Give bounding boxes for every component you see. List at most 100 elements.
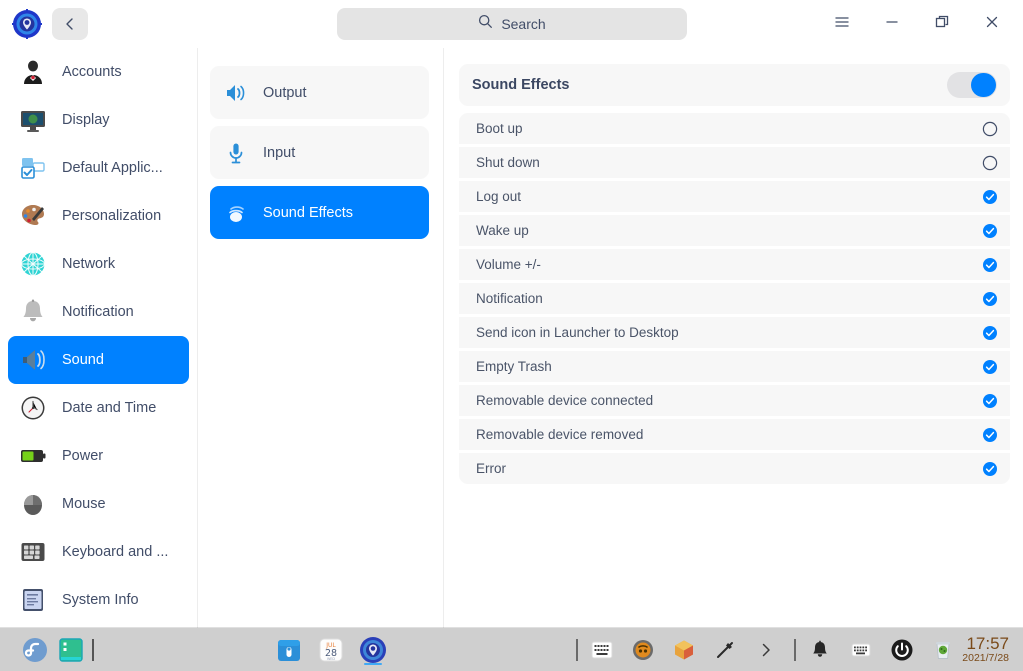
sidebar-item-system-info[interactable]: System Info bbox=[8, 576, 189, 624]
file-manager-icon[interactable] bbox=[274, 635, 304, 665]
sidebar-item-keyboard[interactable]: Keyboard and ... bbox=[8, 528, 189, 576]
effect-row-volume[interactable]: Volume +/- bbox=[459, 249, 1010, 280]
taskbar-launchers bbox=[0, 635, 94, 665]
package-icon[interactable] bbox=[669, 635, 699, 665]
effect-label: Send icon in Launcher to Desktop bbox=[476, 325, 679, 340]
effect-row-send-icon-to-desktop[interactable]: Send icon in Launcher to Desktop bbox=[459, 317, 1010, 348]
effect-label: Removable device connected bbox=[476, 393, 654, 408]
effect-row-shut-down[interactable]: Shut down bbox=[459, 147, 1010, 178]
expand-tray-icon[interactable] bbox=[751, 635, 781, 665]
sidebar-item-label: Personalization bbox=[62, 208, 162, 224]
desktop: Search Accounts Display Default Applic..… bbox=[0, 0, 1023, 671]
checkbox-checked-icon[interactable] bbox=[982, 257, 998, 273]
checkbox-checked-icon[interactable] bbox=[982, 325, 998, 341]
taskbar-divider bbox=[92, 638, 94, 661]
taskbar-center-apps: JUL 28 WED bbox=[274, 635, 388, 665]
personalization-icon bbox=[18, 201, 48, 231]
title-bar-left bbox=[0, 8, 88, 40]
onboard-icon[interactable] bbox=[628, 635, 658, 665]
effect-row-error[interactable]: Error bbox=[459, 453, 1010, 484]
pen-icon[interactable] bbox=[710, 635, 740, 665]
close-button[interactable] bbox=[967, 0, 1017, 48]
taskbar: JUL 28 WED 17:57 2021/7/28 bbox=[0, 628, 1023, 671]
tray-divider-2 bbox=[794, 638, 797, 661]
effect-row-boot-up[interactable]: Boot up bbox=[459, 113, 1010, 144]
control-center-window: Search Accounts Display Default Applic..… bbox=[0, 0, 1023, 628]
sidebar-item-default-applications[interactable]: Default Applic... bbox=[8, 144, 189, 192]
checkbox-checked-icon[interactable] bbox=[982, 189, 998, 205]
category-input[interactable]: Input bbox=[210, 126, 429, 179]
taskbar-clock[interactable]: 17:57 2021/7/28 bbox=[962, 635, 1023, 664]
sidebar-item-notification[interactable]: Notification bbox=[8, 288, 189, 336]
sidebar-item-mouse[interactable]: Mouse bbox=[8, 480, 189, 528]
keyboard-tray-icon[interactable] bbox=[846, 635, 876, 665]
effect-row-device-connected[interactable]: Removable device connected bbox=[459, 385, 1010, 416]
sidebar-item-label: Date and Time bbox=[62, 400, 157, 416]
clock-date: 2021/7/28 bbox=[962, 651, 1009, 664]
sidebar-item-sound[interactable]: Sound bbox=[8, 336, 189, 384]
checkbox-checked-icon[interactable] bbox=[982, 359, 998, 375]
category-output[interactable]: Output bbox=[210, 66, 429, 119]
sidebar[interactable]: Accounts Display Default Applic... Perso… bbox=[0, 48, 198, 628]
checkbox-unchecked-icon[interactable] bbox=[982, 121, 998, 137]
category-sound-effects[interactable]: Sound Effects bbox=[210, 186, 429, 239]
category-list: Output Input Sound Effects bbox=[198, 48, 443, 628]
default-apps-icon bbox=[18, 153, 48, 183]
sidebar-item-power[interactable]: Power bbox=[8, 432, 189, 480]
trash-icon[interactable] bbox=[928, 635, 958, 665]
effect-label: Volume +/- bbox=[476, 257, 541, 272]
checkbox-checked-icon[interactable] bbox=[982, 427, 998, 443]
restore-icon bbox=[934, 14, 950, 35]
sidebar-item-label: Keyboard and ... bbox=[62, 544, 169, 560]
effect-label: Notification bbox=[476, 291, 543, 306]
maximize-button[interactable] bbox=[917, 0, 967, 48]
keyboard-layout-icon[interactable] bbox=[587, 635, 617, 665]
sidebar-item-personalization[interactable]: Personalization bbox=[8, 192, 189, 240]
effect-row-empty-trash[interactable]: Empty Trash bbox=[459, 351, 1010, 382]
title-bar: Search bbox=[0, 0, 1023, 48]
checkbox-checked-icon[interactable] bbox=[982, 393, 998, 409]
power-icon[interactable] bbox=[887, 635, 917, 665]
settings-icon[interactable] bbox=[358, 635, 388, 665]
speaker-icon bbox=[223, 80, 249, 106]
notification-bell-icon[interactable] bbox=[805, 635, 835, 665]
effect-label: Empty Trash bbox=[476, 359, 552, 374]
window-controls bbox=[817, 0, 1017, 48]
menu-icon bbox=[834, 15, 850, 34]
search-input[interactable]: Search bbox=[337, 8, 687, 40]
back-button[interactable] bbox=[52, 8, 88, 40]
accounts-icon bbox=[18, 57, 48, 87]
effect-row-notification[interactable]: Notification bbox=[459, 283, 1010, 314]
checkbox-checked-icon[interactable] bbox=[982, 223, 998, 239]
effect-row-wake-up[interactable]: Wake up bbox=[459, 215, 1010, 246]
sound-icon bbox=[18, 345, 48, 375]
sidebar-item-date-and-time[interactable]: Date and Time bbox=[8, 384, 189, 432]
sidebar-item-display[interactable]: Display bbox=[8, 96, 189, 144]
category-label: Sound Effects bbox=[263, 204, 354, 221]
sidebar-item-label: Accounts bbox=[62, 64, 122, 80]
minimize-button[interactable] bbox=[867, 0, 917, 48]
menu-button[interactable] bbox=[817, 0, 867, 48]
checkbox-checked-icon[interactable] bbox=[982, 291, 998, 307]
sidebar-item-label: System Info bbox=[62, 592, 139, 608]
sidebar-item-network[interactable]: Network bbox=[8, 240, 189, 288]
sidebar-item-label: Notification bbox=[62, 304, 134, 320]
sidebar-item-label: Power bbox=[62, 448, 104, 464]
sidebar-item-label: Mouse bbox=[62, 496, 106, 512]
terminal-icon[interactable] bbox=[56, 635, 86, 665]
checkbox-checked-icon[interactable] bbox=[982, 461, 998, 477]
fedora-logo-icon[interactable] bbox=[20, 635, 50, 665]
sidebar-item-accounts[interactable]: Accounts bbox=[8, 48, 189, 96]
checkbox-unchecked-icon[interactable] bbox=[982, 155, 998, 171]
calendar-icon[interactable]: JUL 28 WED bbox=[316, 635, 346, 665]
effect-row-device-removed[interactable]: Removable device removed bbox=[459, 419, 1010, 450]
tray-divider-1 bbox=[576, 638, 579, 661]
sound-effects-toggle[interactable] bbox=[947, 72, 997, 98]
effects-list: Boot up Shut down Log out Wake up Volume… bbox=[459, 113, 1010, 484]
panel-header: Sound Effects bbox=[459, 64, 1010, 106]
effect-row-log-out[interactable]: Log out bbox=[459, 181, 1010, 212]
taskbar-tray bbox=[587, 635, 785, 665]
svg-text:WED: WED bbox=[327, 657, 335, 661]
search-icon bbox=[478, 14, 493, 34]
page-title: Sound Effects bbox=[472, 77, 570, 93]
